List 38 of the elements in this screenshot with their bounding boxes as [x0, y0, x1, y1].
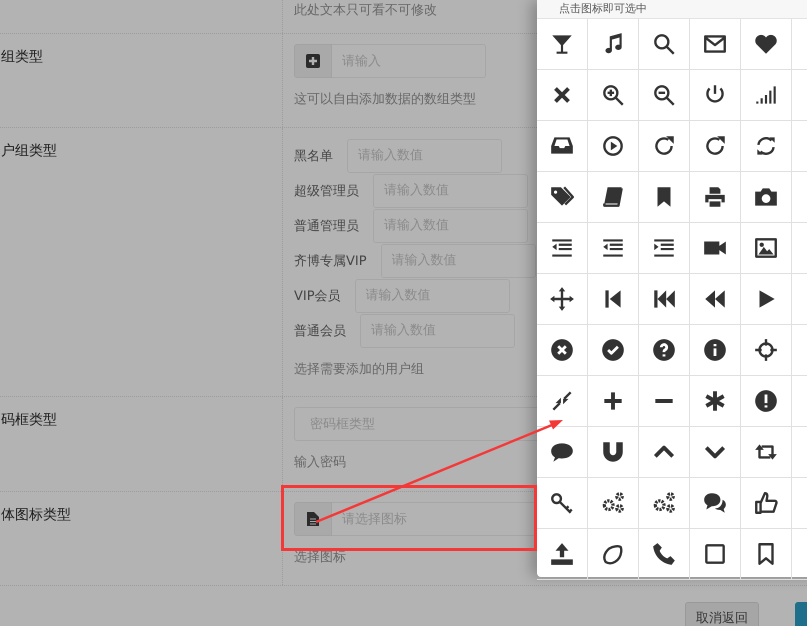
field-label: 码框类型 [1, 412, 57, 428]
popup-hint: 点击图标即可选中 [559, 2, 648, 15]
group-label: 超级管理员 [294, 182, 359, 200]
zoom-out-icon[interactable] [651, 82, 677, 108]
field-label: 体图标类型 [1, 507, 71, 523]
check-circle-icon[interactable] [600, 337, 626, 363]
thumbs-up-icon[interactable] [753, 490, 779, 516]
add-button[interactable] [294, 44, 332, 78]
help-text: 选择图标 [294, 549, 346, 566]
help-text: 这可以自由添加数据的数组类型 [294, 91, 476, 108]
image-icon[interactable] [753, 235, 779, 261]
info-circle-icon[interactable] [702, 337, 728, 363]
group-label: 黑名单 [294, 148, 333, 164]
exclamation-circle-icon[interactable] [753, 388, 779, 414]
field-label: 组类型 [1, 49, 43, 65]
help-text: 选择需要添加的用户组 [294, 361, 424, 378]
group-label: 普通会员 [294, 322, 346, 340]
play-circle-icon[interactable] [600, 133, 626, 159]
close-circle-icon[interactable] [549, 337, 575, 363]
icon-picker-button[interactable] [294, 502, 332, 536]
phone-icon[interactable] [651, 541, 677, 567]
zoom-in-icon[interactable] [600, 82, 626, 108]
cancel-button[interactable]: 取消返回 [685, 602, 759, 626]
help-text: 输入密码 [294, 454, 346, 471]
upload-icon[interactable] [549, 541, 575, 567]
group-label: 齐博专属VIP [294, 252, 367, 270]
question-circle-icon[interactable] [651, 337, 677, 363]
field-label: 户组类型 [1, 143, 57, 159]
search-icon[interactable] [651, 31, 677, 57]
square-icon[interactable] [702, 541, 728, 567]
group-label: 普通管理员 [294, 218, 359, 234]
move-icon[interactable] [549, 286, 575, 312]
plus-square-icon [306, 54, 320, 68]
help-text: 此处文本只可看不可修改 [294, 2, 437, 19]
crosshairs-icon[interactable] [753, 337, 779, 363]
document-icon [307, 512, 319, 526]
group-label: VIP会员 [294, 288, 341, 304]
key-icon[interactable] [549, 490, 575, 516]
